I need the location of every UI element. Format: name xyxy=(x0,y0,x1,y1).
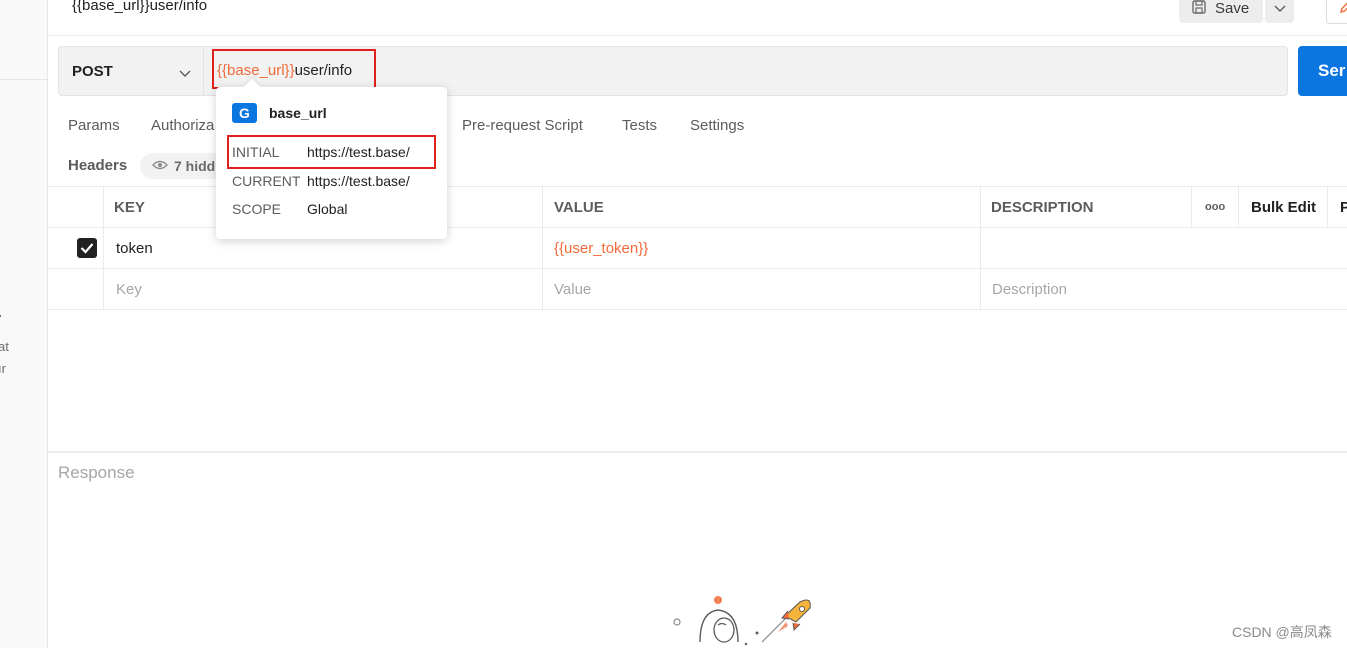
presets-button[interactable]: P xyxy=(1340,187,1347,227)
bulk-edit-button[interactable]: Bulk Edit xyxy=(1251,187,1316,227)
eye-icon xyxy=(152,158,168,174)
initial-value-highlight-box xyxy=(227,135,436,169)
sidebar-text-fragment: . xyxy=(0,305,2,320)
url-highlight-box xyxy=(212,49,376,89)
column-header-key: KEY xyxy=(114,198,145,216)
sidebar-text-fragment: at xyxy=(0,339,9,354)
tab-tests[interactable]: Tests xyxy=(622,117,657,134)
response-divider[interactable] xyxy=(48,451,1347,453)
hidden-headers-toggle[interactable]: 7 hidd xyxy=(140,153,226,179)
variable-name: base_url xyxy=(269,105,327,121)
headers-section: Headers 7 hidd xyxy=(68,153,226,179)
save-button[interactable]: Save xyxy=(1179,0,1263,23)
tab-pre-request-script[interactable]: Pre-request Script xyxy=(462,117,583,134)
chevron-down-icon xyxy=(1274,0,1286,18)
new-description-input[interactable]: Description xyxy=(992,269,1067,309)
tab-authorization[interactable]: Authoriza xyxy=(151,117,214,134)
row-enabled-checkbox[interactable] xyxy=(77,228,97,268)
header-key-cell[interactable]: token xyxy=(116,228,153,268)
sidebar-text-fragment: ır xyxy=(0,361,6,376)
save-icon xyxy=(1191,0,1207,19)
checkmark-icon xyxy=(77,238,97,258)
new-value-input[interactable]: Value xyxy=(554,269,591,309)
pencil-icon xyxy=(1339,0,1347,19)
request-title[interactable]: {{base_url}}user/info xyxy=(72,0,207,14)
popover-key: SCOPE xyxy=(232,201,282,217)
chevron-down-icon xyxy=(179,65,191,82)
method-label: POST xyxy=(72,62,113,80)
column-header-value: VALUE xyxy=(554,198,604,216)
new-key-input[interactable]: Key xyxy=(116,269,142,309)
column-header-description: DESCRIPTION xyxy=(991,198,1094,216)
popover-key: CURRENT xyxy=(232,173,301,189)
watermark: CSDN @高凤森 xyxy=(1232,624,1332,640)
save-label: Save xyxy=(1215,0,1250,17)
table-row-new: Key Value Description xyxy=(48,269,1347,310)
left-sidebar: . at ır xyxy=(0,0,48,648)
popover-header: G base_url xyxy=(232,103,327,123)
method-select[interactable]: POST xyxy=(59,47,204,95)
tab-params[interactable]: Params xyxy=(68,117,120,134)
edit-button[interactable] xyxy=(1326,0,1347,24)
request-header-bar: {{base_url}}user/info Save xyxy=(48,0,1347,36)
headers-label: Headers xyxy=(68,157,128,174)
sidebar-divider xyxy=(0,79,47,80)
hidden-headers-count: 7 hidd xyxy=(174,158,216,174)
response-label: Response xyxy=(58,463,135,482)
empty-response-illustration xyxy=(660,592,830,648)
popover-value[interactable]: https://test.base/ xyxy=(307,173,410,189)
popover-value: Global xyxy=(307,201,348,217)
send-button[interactable]: Ser xyxy=(1298,46,1347,96)
header-value-cell[interactable]: {{user_token}} xyxy=(554,228,648,268)
tab-settings[interactable]: Settings xyxy=(690,117,744,134)
more-options-icon[interactable]: ooo xyxy=(1205,187,1225,227)
global-scope-icon: G xyxy=(232,103,257,123)
save-options-button[interactable] xyxy=(1265,0,1294,23)
